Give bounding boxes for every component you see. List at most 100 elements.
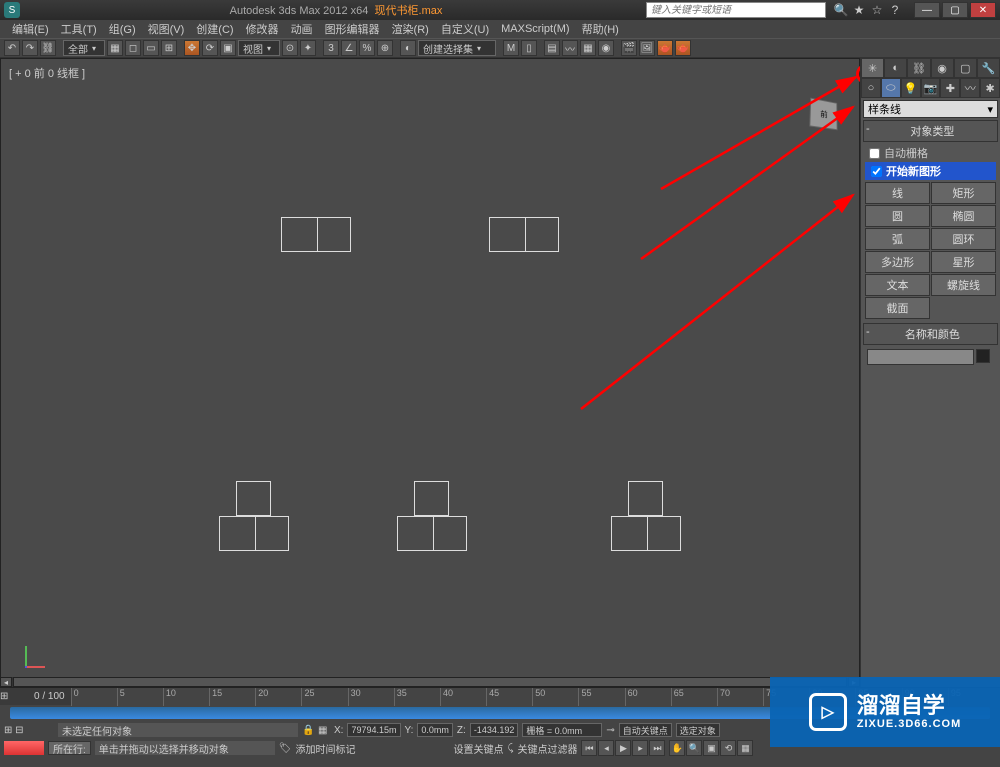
set-key-button[interactable]: 设置关键点 <box>453 741 503 756</box>
infocenter-icons[interactable]: 🔍 ★ ☆ ? <box>834 3 902 17</box>
help-icon[interactable]: ? <box>888 3 902 17</box>
scroll-thumb[interactable] <box>13 677 847 687</box>
menu-customize[interactable]: 自定义(U) <box>435 21 495 37</box>
redo-button[interactable]: ↷ <box>22 40 38 56</box>
wireframe-object[interactable] <box>219 516 289 551</box>
menu-help[interactable]: 帮助(H) <box>576 21 625 37</box>
donut-button[interactable]: 圆环 <box>931 228 996 250</box>
zoom-button[interactable]: 🔍 <box>686 740 702 756</box>
wireframe-object[interactable] <box>489 217 559 252</box>
modify-tab[interactable]: ◐ <box>884 58 907 78</box>
rect-region-button[interactable]: ▭ <box>143 40 159 56</box>
auto-key-button[interactable]: 自动关键点 <box>619 723 672 737</box>
material-button[interactable]: ◉ <box>598 40 614 56</box>
layer-button[interactable]: ▤ <box>544 40 560 56</box>
key-mode-icon[interactable]: ⊸ <box>606 725 614 736</box>
helpers-tab[interactable]: ✚ <box>940 78 960 98</box>
viewport-label[interactable]: [ + 0 前 0 线框 ] <box>9 65 85 81</box>
y-coord-input[interactable]: 0.0mm <box>417 723 453 737</box>
start-new-shape-checkbox[interactable]: 开始新图形 <box>865 162 996 180</box>
lights-tab[interactable]: 💡 <box>901 78 921 98</box>
x-coord-input[interactable]: 79794.15m <box>347 723 400 737</box>
goto-end-button[interactable]: ⏭ <box>649 740 665 756</box>
rectangle-button[interactable]: 矩形 <box>931 182 996 204</box>
script-listener[interactable] <box>4 741 44 755</box>
move-button[interactable]: ✥ <box>184 40 200 56</box>
viewport-scrollbar[interactable]: ◂ ▸ <box>0 677 860 687</box>
wireframe-object[interactable] <box>236 481 271 516</box>
rendered-frame-button[interactable]: 🖼 <box>639 40 655 56</box>
object-color-swatch[interactable] <box>976 349 990 363</box>
z-coord-input[interactable]: -1434.192 <box>470 723 519 737</box>
schematic-button[interactable]: ▦ <box>580 40 596 56</box>
spinner-snap-button[interactable]: ⊕ <box>377 40 393 56</box>
rotate-button[interactable]: ⟳ <box>202 40 218 56</box>
render-button[interactable]: 🫖 <box>657 40 673 56</box>
next-frame-button[interactable]: ▸ <box>632 740 648 756</box>
render-prod-button[interactable]: 🫖 <box>675 40 691 56</box>
menu-edit[interactable]: 编辑(E) <box>6 21 55 37</box>
key-filter-button[interactable]: 关键点过滤器 <box>517 741 577 756</box>
prev-frame-button[interactable]: ◂ <box>598 740 614 756</box>
cameras-tab[interactable]: 📷 <box>921 78 941 98</box>
utilities-tab[interactable]: 🔧 <box>977 58 1000 78</box>
menu-group[interactable]: 组(G) <box>103 21 142 37</box>
menu-maxscript[interactable]: MAXScript(M) <box>495 23 575 35</box>
select-button[interactable]: ▦ <box>107 40 123 56</box>
manipulate-button[interactable]: ✦ <box>300 40 316 56</box>
align-button[interactable]: ▯ <box>521 40 537 56</box>
tag-icon[interactable]: 🏷 <box>279 743 292 754</box>
link-button[interactable]: ⛓ <box>40 40 56 56</box>
ref-coord-dropdown[interactable]: 视图 <box>238 40 280 56</box>
render-setup-button[interactable]: 🎬 <box>621 40 637 56</box>
geometry-tab[interactable]: ○ <box>861 78 881 98</box>
wireframe-object[interactable] <box>281 217 351 252</box>
star-icon[interactable]: ★ <box>852 3 866 17</box>
subcategory-dropdown[interactable]: 样条线 <box>863 100 998 118</box>
snap-button[interactable]: 3 <box>323 40 339 56</box>
arc-button[interactable]: 弧 <box>865 228 930 250</box>
help-search-input[interactable] <box>646 2 826 18</box>
mirror-button[interactable]: M <box>503 40 519 56</box>
line-button[interactable]: 线 <box>865 182 930 204</box>
rollout-header[interactable]: -对象类型 <box>863 120 998 142</box>
undo-button[interactable]: ↶ <box>4 40 20 56</box>
display-tab[interactable]: ▢ <box>954 58 977 78</box>
menu-views[interactable]: 视图(V) <box>142 21 191 37</box>
curve-editor-button[interactable]: 〰 <box>562 40 578 56</box>
shapes-tab[interactable]: ⬭ <box>881 78 901 98</box>
motion-tab[interactable]: ◉ <box>931 58 954 78</box>
angle-snap-button[interactable]: ∠ <box>341 40 357 56</box>
object-name-input[interactable] <box>867 349 974 365</box>
circle-button[interactable]: 圆 <box>865 205 930 227</box>
maximize-button[interactable]: ▢ <box>942 2 968 18</box>
star-button[interactable]: 星形 <box>931 251 996 273</box>
window-cross-button[interactable]: ⊞ <box>161 40 177 56</box>
select-name-button[interactable]: ◻ <box>125 40 141 56</box>
minimize-button[interactable]: — <box>914 2 940 18</box>
named-selection-dropdown[interactable]: 创建选择集 <box>418 40 496 56</box>
text-button[interactable]: 文本 <box>865 274 930 296</box>
menu-animation[interactable]: 动画 <box>285 21 319 37</box>
pivot-button[interactable]: ⊙ <box>282 40 298 56</box>
menu-modifiers[interactable]: 修改器 <box>240 21 285 37</box>
viewcube[interactable]: 前 <box>809 99 849 139</box>
systems-tab[interactable]: ✱ <box>980 78 1000 98</box>
section-button[interactable]: 截面 <box>865 297 930 319</box>
pan-button[interactable]: ✋ <box>669 740 685 756</box>
layer-indicator[interactable]: 所在行: <box>48 741 91 755</box>
lock-icon[interactable]: 🔒 <box>302 725 314 736</box>
scale-button[interactable]: ▣ <box>220 40 236 56</box>
edit-selection-button[interactable]: ◐ <box>400 40 416 56</box>
auto-grid-checkbox[interactable]: 自动栅格 <box>865 144 996 162</box>
menu-tools[interactable]: 工具(T) <box>55 21 103 37</box>
percent-snap-button[interactable]: % <box>359 40 375 56</box>
time-tag-button[interactable]: 添加时间标记 <box>295 741 385 756</box>
play-button[interactable]: ▶ <box>615 740 631 756</box>
helix-button[interactable]: 螺旋线 <box>931 274 996 296</box>
viewport[interactable]: [ + 0 前 0 线框 ] 前 <box>0 58 860 687</box>
wireframe-object[interactable] <box>611 516 681 551</box>
wireframe-object[interactable] <box>397 516 467 551</box>
close-button[interactable]: ✕ <box>970 2 996 18</box>
menu-grapheditors[interactable]: 图形编辑器 <box>319 21 386 37</box>
